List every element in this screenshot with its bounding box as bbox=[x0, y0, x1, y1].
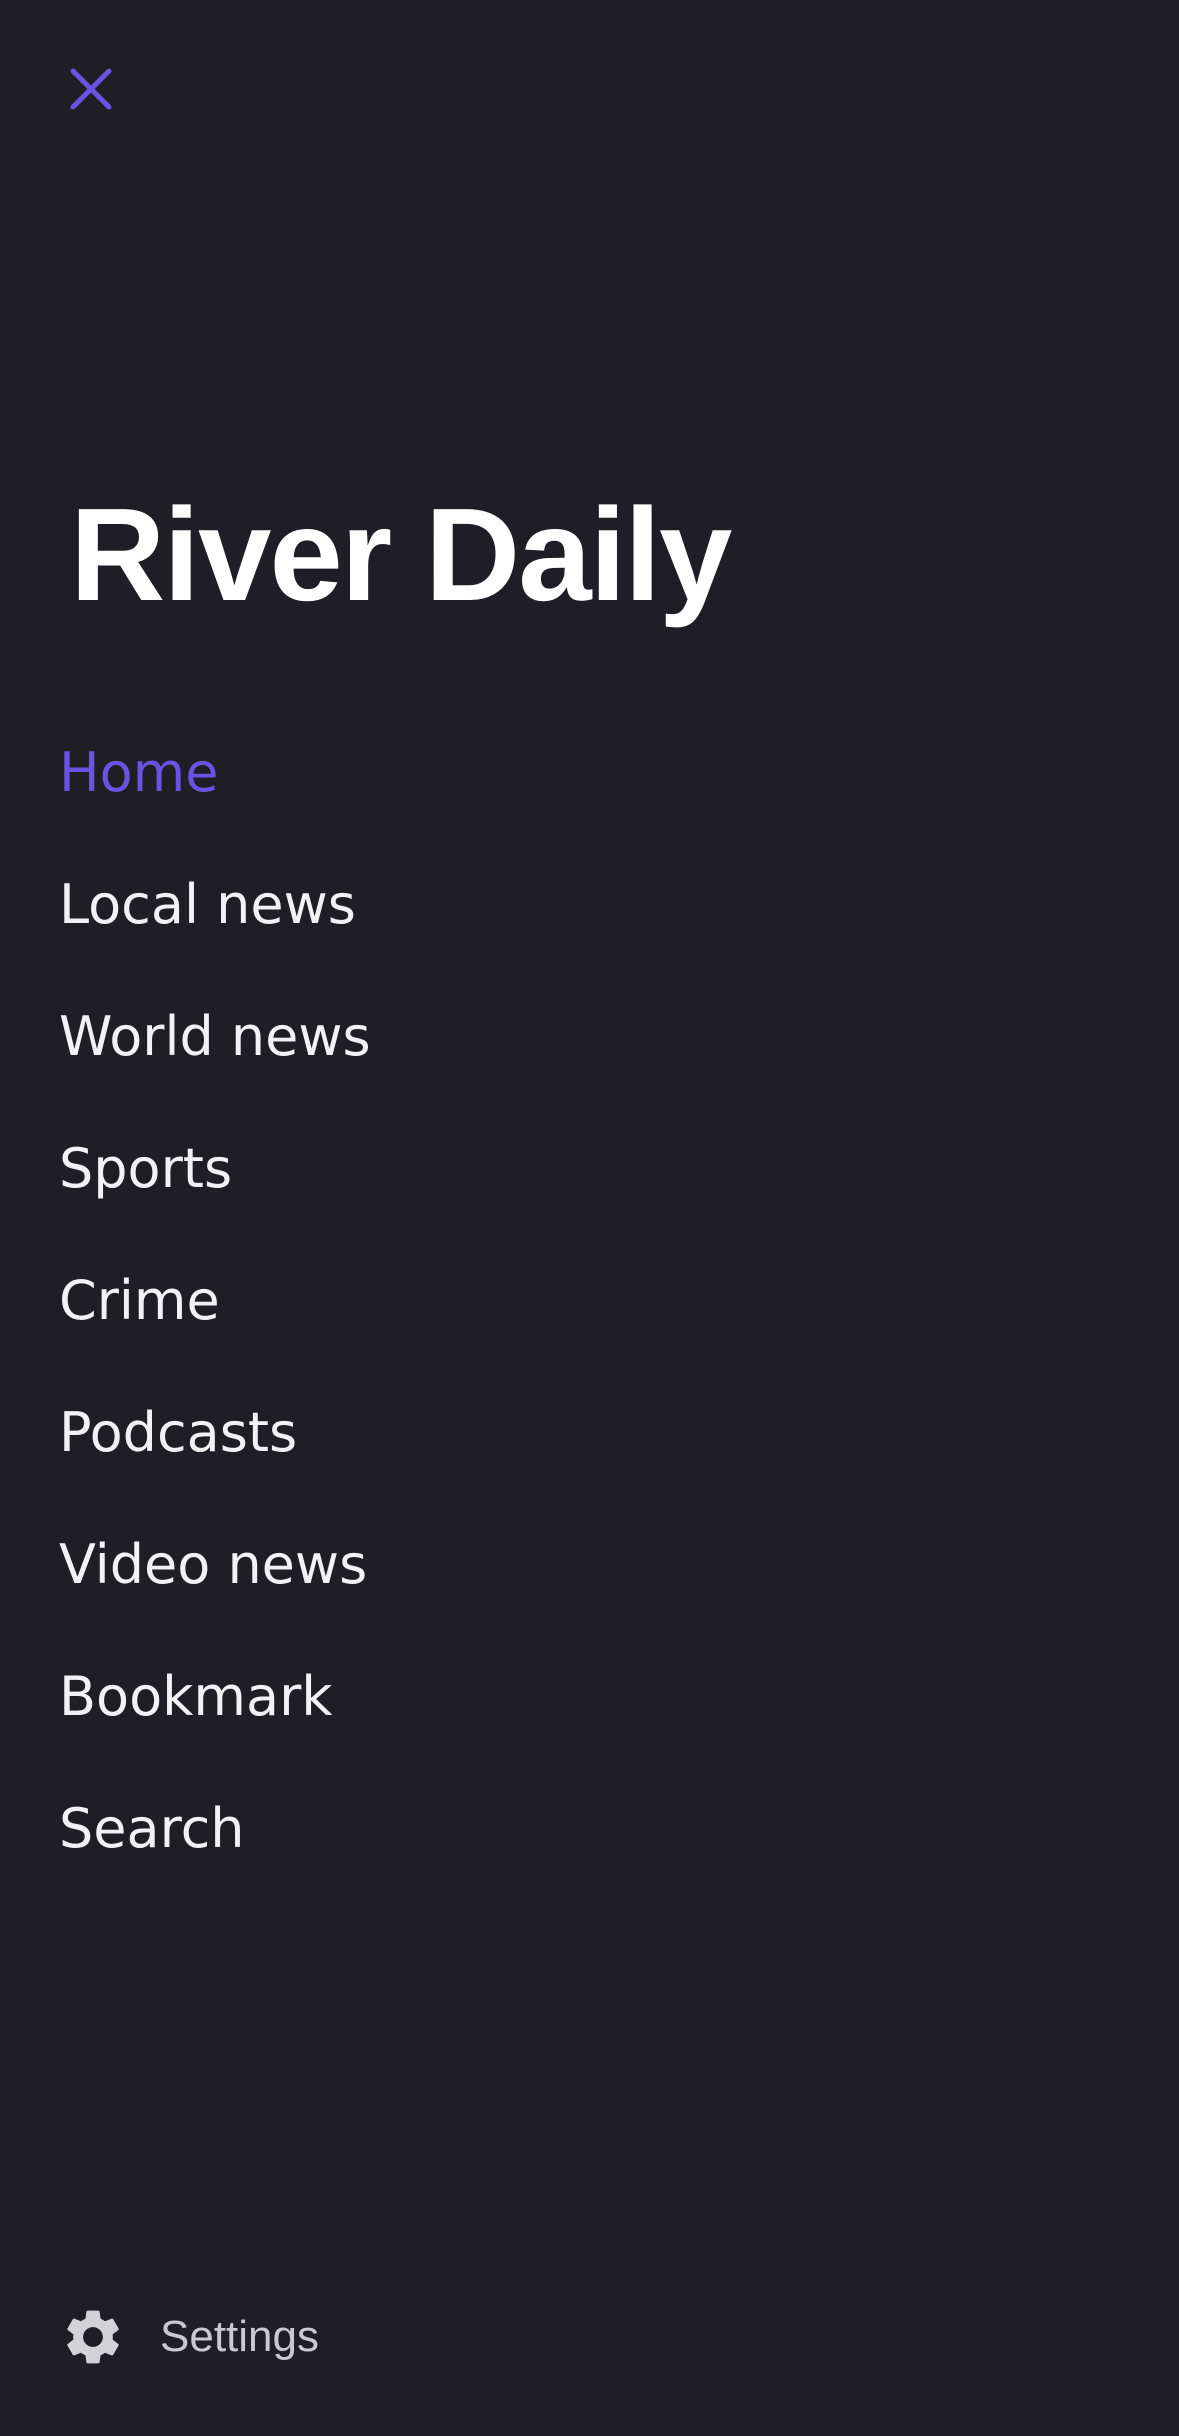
settings-button[interactable]: Settings bbox=[58, 2302, 319, 2372]
site-title: River Daily bbox=[70, 481, 732, 628]
nav-item-world-news[interactable]: World news bbox=[59, 970, 371, 1102]
settings-label: Settings bbox=[160, 2312, 319, 2361]
nav-item-local-news[interactable]: Local news bbox=[59, 838, 371, 970]
close-icon bbox=[70, 68, 112, 110]
nav-item-search[interactable]: Search bbox=[59, 1762, 371, 1894]
close-menu-button[interactable] bbox=[59, 57, 123, 121]
nav-item-sports[interactable]: Sports bbox=[59, 1102, 371, 1234]
nav-item-video-news[interactable]: Video news bbox=[59, 1498, 371, 1630]
main-nav: Home Local news World news Sports Crime … bbox=[59, 706, 371, 1894]
nav-item-crime[interactable]: Crime bbox=[59, 1234, 371, 1366]
nav-item-home[interactable]: Home bbox=[59, 706, 371, 838]
nav-item-bookmark[interactable]: Bookmark bbox=[59, 1630, 371, 1762]
gear-icon bbox=[58, 2302, 128, 2372]
nav-item-podcasts[interactable]: Podcasts bbox=[59, 1366, 371, 1498]
